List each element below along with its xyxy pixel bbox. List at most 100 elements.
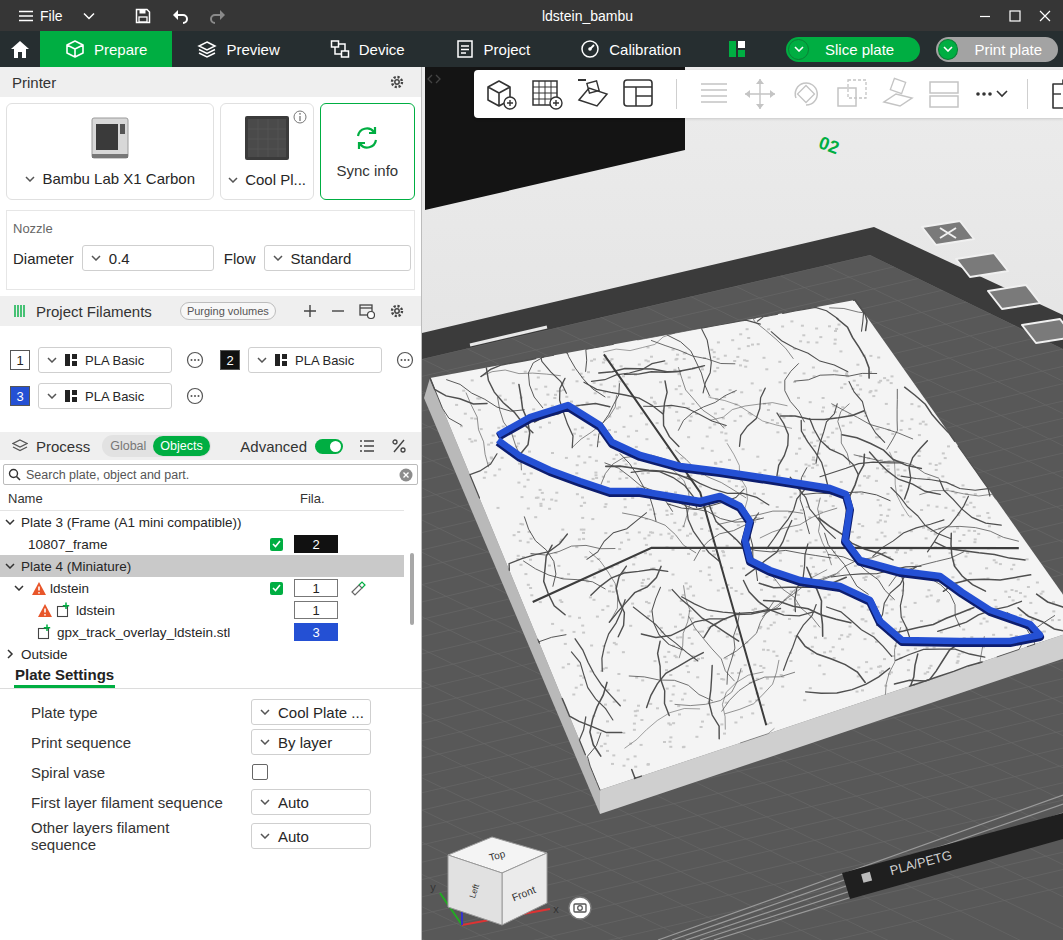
maximize-icon[interactable] — [1009, 10, 1021, 22]
expand-toggle[interactable] — [14, 585, 28, 591]
filament-number-text: 2 — [226, 353, 233, 368]
tab[interactable]: Calibration — [555, 31, 706, 67]
tab[interactable]: Prepare — [40, 31, 172, 67]
table-row[interactable]: gpx_track_overlay_ldstein.stl3 — [0, 621, 404, 643]
advanced-toggle[interactable] — [315, 439, 343, 454]
more-icon[interactable] — [972, 76, 1008, 112]
mode-switch[interactable]: GlobalObjects — [102, 435, 211, 457]
setting-label: Plate type — [31, 704, 236, 721]
auto-arrange-icon[interactable] — [575, 76, 611, 112]
more-icon[interactable] — [186, 387, 204, 405]
setting-select[interactable]: Auto — [251, 789, 371, 815]
plate-settings-tab[interactable]: Plate Settings — [14, 666, 115, 688]
gear-icon[interactable] — [389, 303, 405, 319]
collapse-sidebar-button[interactable] — [427, 71, 441, 89]
tab-label: Calibration — [609, 41, 681, 58]
filament-number[interactable]: 2 — [220, 350, 240, 370]
table-row[interactable]: 10807_frame 2 — [0, 533, 404, 555]
printer-header: Printer — [0, 67, 421, 97]
setting-select[interactable]: By layer — [251, 729, 371, 755]
plate-layout-icon[interactable] — [621, 76, 657, 112]
sync-icon — [353, 124, 381, 152]
filament-item: 1 PLA Basic — [10, 347, 210, 373]
filament-box[interactable]: 1 — [294, 579, 338, 597]
scale-icon — [834, 76, 870, 112]
filament-select[interactable]: PLA Basic — [248, 347, 382, 373]
close-icon[interactable] — [1039, 10, 1051, 22]
printer-cards: Bambu Lab X1 CarbonCool Pl... Sync info — [0, 97, 421, 206]
gear-icon[interactable] — [389, 74, 405, 90]
mode-option[interactable]: Objects — [153, 436, 209, 456]
multicolor-button[interactable] — [728, 31, 746, 67]
diameter-select-value: 0.4 — [109, 250, 130, 267]
setting-select[interactable]: Auto — [251, 823, 371, 849]
file-menu-button[interactable]: File — [14, 6, 99, 26]
flow-select[interactable]: Standard — [264, 245, 411, 271]
home-button[interactable] — [0, 31, 40, 67]
table-row[interactable]: Plate 4 (Miniature) — [0, 555, 404, 577]
expand-icon[interactable] — [5, 519, 15, 525]
redo-icon[interactable] — [209, 8, 227, 24]
filament-select[interactable]: PLA Basic — [38, 383, 172, 409]
minimize-icon[interactable] — [979, 10, 991, 22]
chevron-right-icon[interactable] — [5, 649, 15, 659]
purging-volumes-button[interactable]: Purging volumes — [180, 302, 276, 320]
minus-icon[interactable] — [331, 304, 345, 318]
undo-icon[interactable] — [171, 8, 189, 24]
paint-icon[interactable] — [350, 580, 366, 596]
save-icon[interactable] — [135, 8, 151, 24]
name-cell: Plate 3 (Frame (A1 mini compatible)) — [0, 515, 270, 530]
filament-box[interactable]: 1 — [294, 601, 338, 619]
visibility-checkbox[interactable] — [270, 538, 283, 551]
mode-option[interactable]: Global — [103, 436, 153, 456]
dropdown-toggle[interactable] — [788, 39, 809, 60]
percent-icon[interactable] — [391, 438, 407, 454]
dropdown-toggle[interactable] — [938, 39, 958, 60]
sync-button[interactable]: Sync info — [320, 103, 415, 200]
more-icon[interactable] — [186, 351, 204, 369]
action-label: Print plate — [974, 41, 1042, 58]
chevron-down-icon — [943, 46, 953, 52]
filament-select[interactable]: PLA Basic — [38, 347, 172, 373]
plate-card[interactable]: Cool Pl... — [220, 103, 313, 200]
tab[interactable]: Project — [430, 31, 556, 67]
setting-select[interactable]: Cool Plate ... — [251, 699, 371, 725]
search-field — [3, 464, 418, 485]
more-icon[interactable] — [396, 351, 414, 369]
sync-label: Sync info — [337, 162, 399, 179]
filament-cell: 3 — [292, 623, 342, 641]
3d-viewport[interactable]: 02PLA/PETGTopFrontLeftyx — [422, 67, 1063, 940]
list-icon[interactable] — [359, 438, 375, 454]
filament-box[interactable]: 2 — [294, 535, 338, 553]
plus-icon[interactable] — [303, 304, 317, 318]
action-button[interactable]: Slice plate — [786, 37, 920, 62]
info-icon[interactable] — [293, 110, 307, 124]
filament-number[interactable]: 3 — [10, 386, 30, 406]
part-icon — [37, 624, 53, 640]
filament-box[interactable]: 3 — [294, 623, 338, 641]
search-input[interactable] — [26, 468, 394, 482]
table-row[interactable]: ldstein1 — [0, 577, 404, 599]
visibility-checkbox[interactable] — [270, 582, 283, 595]
filament-number-text: 3 — [16, 389, 23, 404]
filament-number[interactable]: 1 — [10, 350, 30, 370]
lay-flat-icon — [880, 76, 916, 112]
add-cube-icon[interactable] — [483, 76, 519, 112]
table-row[interactable]: ldstein1 — [0, 599, 404, 621]
name-cell: 10807_frame — [0, 537, 270, 552]
tab[interactable]: Device — [305, 31, 430, 67]
setting-checkbox[interactable] — [252, 764, 268, 780]
chevron-down-icon — [260, 739, 270, 745]
diameter-select[interactable]: 0.4 — [82, 245, 214, 271]
filament-manager-icon[interactable] — [359, 303, 375, 319]
3d-scene[interactable]: 02PLA/PETGTopFrontLeftyx — [422, 67, 1063, 940]
clear-icon[interactable] — [399, 468, 413, 482]
expand-icon[interactable] — [5, 563, 15, 569]
table-row[interactable]: Plate 3 (Frame (A1 mini compatible)) — [0, 511, 404, 533]
scrollbar-thumb[interactable] — [410, 553, 414, 625]
printer-card[interactable]: Bambu Lab X1 Carbon — [6, 103, 214, 200]
tab[interactable]: Preview — [172, 31, 304, 67]
add-grid-icon[interactable] — [529, 76, 565, 112]
table-row[interactable]: Outside — [0, 643, 404, 665]
assembly-icon[interactable] — [1047, 76, 1063, 112]
